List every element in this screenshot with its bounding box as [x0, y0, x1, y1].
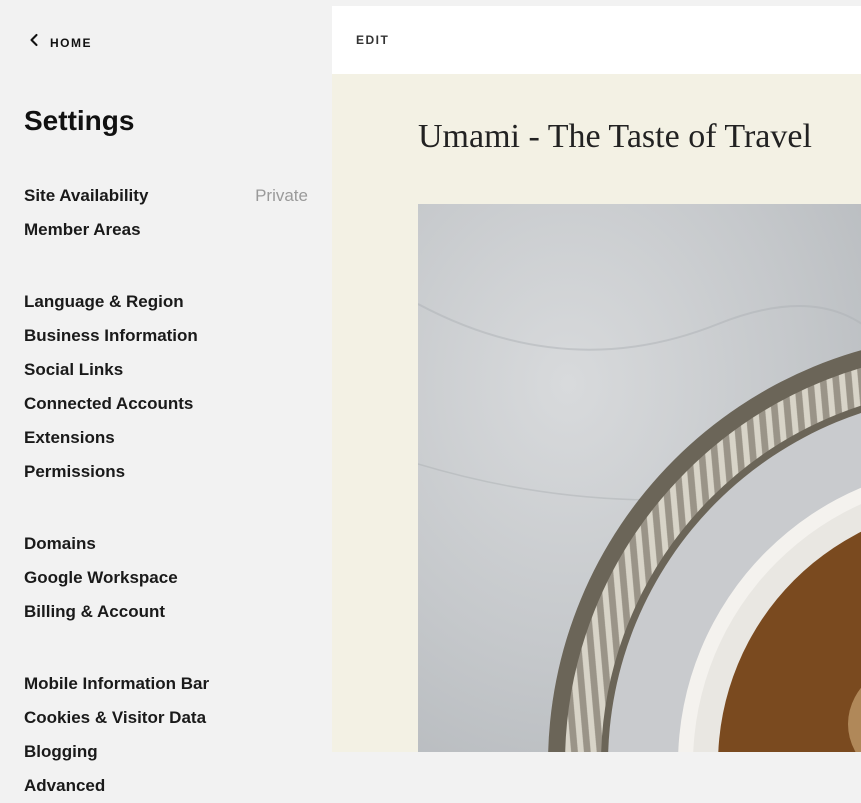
- settings-item-value: Private: [255, 186, 308, 206]
- settings-item-label: Cookies & Visitor Data: [24, 708, 206, 728]
- settings-item-connected-accounts[interactable]: Connected Accounts: [24, 387, 308, 421]
- settings-item-label: Mobile Information Bar: [24, 674, 209, 694]
- settings-item-language-region[interactable]: Language & Region: [24, 285, 308, 319]
- settings-item-cookies-visitor-data[interactable]: Cookies & Visitor Data: [24, 701, 308, 735]
- settings-item-label: Site Availability: [24, 186, 148, 206]
- edit-button[interactable]: EDIT: [356, 33, 389, 47]
- settings-item-label: Domains: [24, 534, 96, 554]
- settings-item-label: Blogging: [24, 742, 98, 762]
- settings-item-domains[interactable]: Domains: [24, 527, 308, 561]
- settings-item-label: Advanced: [24, 776, 105, 796]
- settings-item-label: Social Links: [24, 360, 123, 380]
- settings-item-label: Business Information: [24, 326, 198, 346]
- settings-item-label: Connected Accounts: [24, 394, 193, 414]
- settings-item-member-areas[interactable]: Member Areas: [24, 213, 308, 247]
- site-preview-panel: EDIT Umami - The Taste of Travel: [332, 0, 861, 752]
- settings-item-label: Language & Region: [24, 292, 184, 312]
- back-home-label: HOME: [50, 36, 92, 50]
- settings-item-mobile-info-bar[interactable]: Mobile Information Bar: [24, 667, 308, 701]
- settings-item-permissions[interactable]: Permissions: [24, 455, 308, 489]
- page-title: Settings: [24, 105, 308, 137]
- preview-toolbar: EDIT: [332, 6, 861, 74]
- settings-sidebar: HOME Settings Site Availability Private …: [0, 0, 332, 752]
- settings-group-general: Language & Region Business Information S…: [24, 285, 308, 489]
- site-title: Umami - The Taste of Travel: [418, 118, 861, 156]
- chevron-left-icon: [24, 30, 44, 55]
- settings-item-label: Extensions: [24, 428, 115, 448]
- back-home-link[interactable]: HOME: [24, 30, 308, 55]
- settings-item-billing-account[interactable]: Billing & Account: [24, 595, 308, 629]
- settings-group-advanced: Mobile Information Bar Cookies & Visitor…: [24, 667, 308, 803]
- settings-item-label: Billing & Account: [24, 602, 165, 622]
- settings-item-google-workspace[interactable]: Google Workspace: [24, 561, 308, 595]
- settings-item-extensions[interactable]: Extensions: [24, 421, 308, 455]
- settings-item-site-availability[interactable]: Site Availability Private: [24, 179, 308, 213]
- settings-item-label: Permissions: [24, 462, 125, 482]
- settings-item-social-links[interactable]: Social Links: [24, 353, 308, 387]
- settings-item-business-information[interactable]: Business Information: [24, 319, 308, 353]
- preview-hero-image: [418, 204, 861, 752]
- settings-item-label: Google Workspace: [24, 568, 178, 588]
- settings-item-advanced[interactable]: Advanced: [24, 769, 308, 803]
- settings-group-domains: Domains Google Workspace Billing & Accou…: [24, 527, 308, 629]
- settings-group-site: Site Availability Private Member Areas: [24, 179, 308, 247]
- settings-item-blogging[interactable]: Blogging: [24, 735, 308, 769]
- preview-content: Umami - The Taste of Travel: [332, 74, 861, 752]
- settings-item-label: Member Areas: [24, 220, 141, 240]
